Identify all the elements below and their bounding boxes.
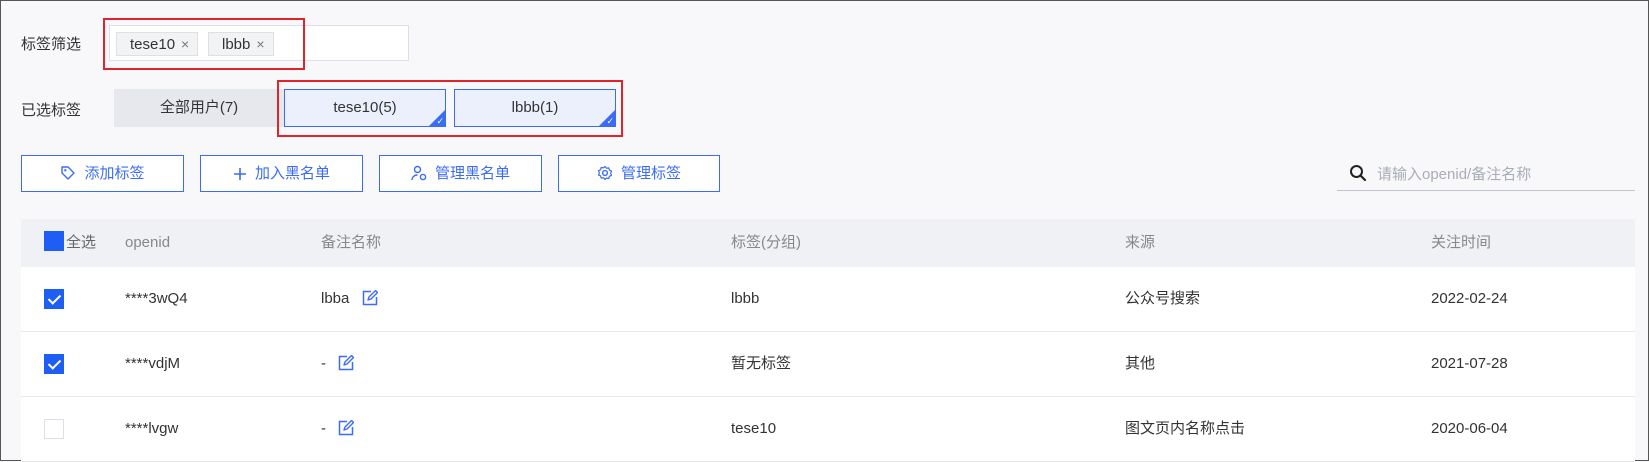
manage-tags-label: 管理标签 [620,165,681,182]
segment-label: tese10(5) [333,99,397,116]
row-checkbox[interactable] [44,354,64,374]
filter-chip-tese10: tese10 × [116,32,199,56]
header-remark: 备注名称 [321,234,382,251]
header-select-all: 全选 [66,234,97,251]
plus-icon [233,168,246,180]
select-all-checkbox[interactable] [44,231,64,251]
cell-source: 图文页内名称点击 [1125,420,1246,437]
chip-label: lbbb [222,36,251,53]
check-icon: ✓ [436,116,444,126]
edit-icon[interactable] [338,355,355,371]
edit-icon[interactable] [362,290,378,306]
cell-openid: ****lvgw [125,420,179,437]
table-header: 全选 openid 备注名称 标签(分组) 来源 关注时间 [21,219,1635,267]
table-row: ****3wQ4 lbba lbbb 公众号搜索 2022-02-24 [21,267,1635,332]
selected-tags-label: 已选标签 [21,102,82,119]
chip-label: tese10 [130,36,176,53]
tag-filter-input[interactable]: tese10 × lbbb × [109,25,409,61]
gear-icon [597,165,613,181]
row-checkbox[interactable] [44,289,64,309]
cell-openid: ****3wQ4 [125,290,188,307]
table-row: ****lvgw - tese10 图文页内名称点击 2020-06-04 [21,397,1635,462]
remark-text: - [321,420,326,437]
remark-text: - [321,355,326,372]
header-source: 来源 [1125,234,1156,251]
users-table: 全选 openid 备注名称 标签(分组) 来源 关注时间 ****3wQ4 l… [21,219,1635,462]
add-blacklist-label: 加入黑名单 [254,165,330,182]
segment-all-users[interactable]: 全部用户(7) [114,89,284,127]
segment-tag-lbbb[interactable]: lbbb(1) ✓ [454,89,616,127]
search-icon[interactable] [1349,164,1367,182]
cell-follow-time: 2020-06-04 [1431,420,1508,437]
header-follow-time: 关注时间 [1431,234,1492,251]
search-box [1337,155,1635,191]
header-openid: openid [125,234,171,251]
chip-close-icon[interactable]: × [181,36,189,52]
row-checkbox[interactable] [44,419,64,439]
add-blacklist-button[interactable]: 加入黑名单 [200,155,363,192]
search-input[interactable] [1375,161,1629,187]
filter-chip-lbbb: lbbb × [208,32,274,56]
chip-close-icon[interactable]: × [256,36,264,52]
cell-tags: 暂无标签 [731,355,792,372]
cell-follow-time: 2022-02-24 [1431,290,1508,307]
cell-tags: lbbb [731,290,760,307]
check-icon: ✓ [606,116,614,126]
cell-remark: lbba [321,267,378,331]
cell-tags: tese10 [731,420,777,437]
add-tag-label: 添加标签 [84,165,145,182]
remark-text: lbba [321,290,350,307]
cell-source: 公众号搜索 [1125,290,1201,307]
header-tags: 标签(分组) [731,234,801,251]
cell-follow-time: 2021-07-28 [1431,355,1508,372]
add-tag-button[interactable]: 添加标签 [21,155,184,192]
tag-filter-label: 标签筛选 [21,36,82,53]
segment-label: lbbb(1) [511,99,559,116]
cell-source: 其他 [1125,355,1156,372]
user-settings-icon [411,165,427,181]
segment-tag-tese10[interactable]: tese10(5) ✓ [284,89,446,127]
edit-icon[interactable] [338,420,355,436]
manage-blacklist-button[interactable]: 管理黑名单 [379,155,542,192]
cell-openid: ****vdjM [125,355,181,372]
manage-blacklist-label: 管理黑名单 [434,165,510,182]
cell-remark: - [321,397,355,461]
table-row: ****vdjM - 暂无标签 其他 2021-07-28 [21,332,1635,397]
manage-tags-button[interactable]: 管理标签 [558,155,720,192]
cell-remark: - [321,332,355,396]
tag-icon [61,166,76,180]
